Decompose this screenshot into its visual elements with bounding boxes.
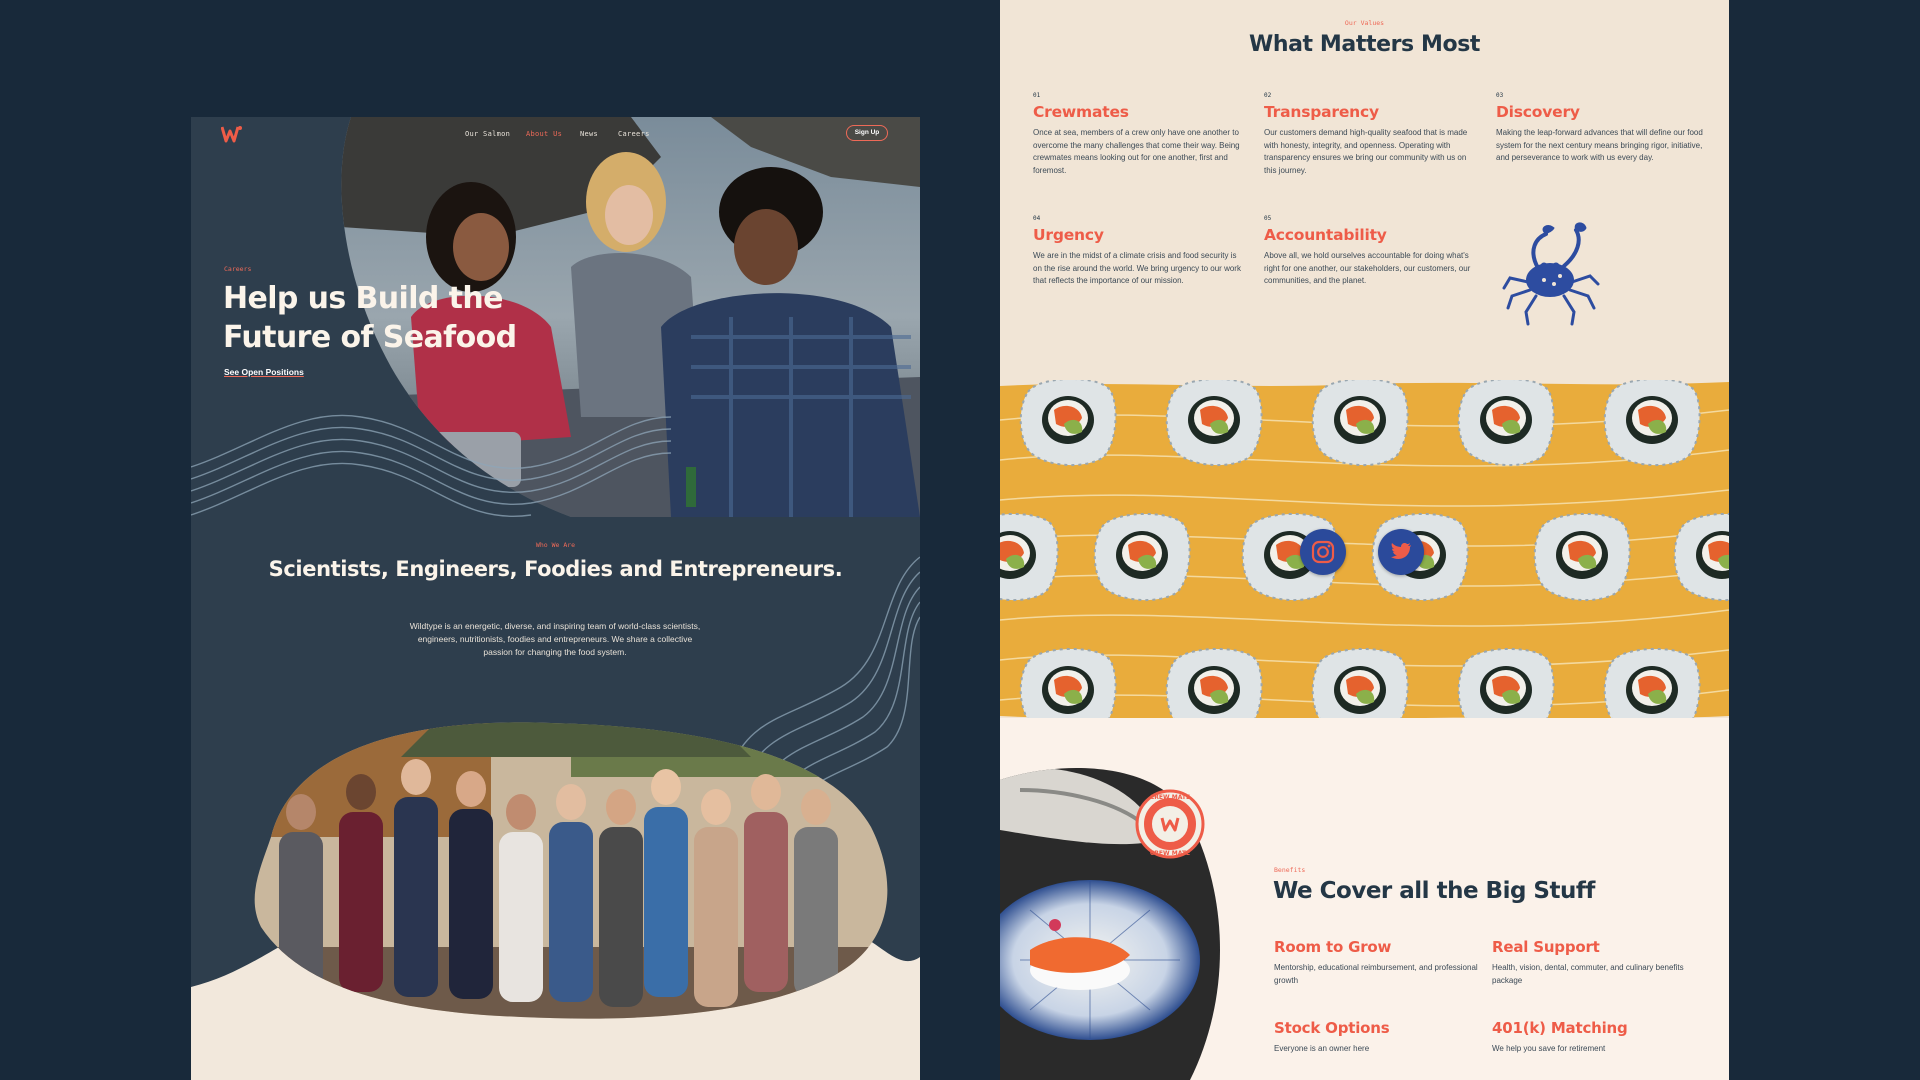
- badge-bottom-text: CREW MATE: [1150, 850, 1190, 857]
- benefit-room-to-grow: Room to Grow Mentorship, educational rei…: [1274, 938, 1484, 987]
- benefit-real-support: Real Support Health, vision, dental, com…: [1492, 938, 1702, 987]
- team-photo: [191, 722, 920, 1080]
- benefits-title: We Cover all the Big Stuff: [1273, 878, 1595, 904]
- benefit-title: Stock Options: [1274, 1019, 1390, 1037]
- badge-top-text: CREW MATE: [1150, 794, 1190, 801]
- hero-eyebrow: Careers: [224, 265, 252, 273]
- benefit-body: Health, vision, dental, commuter, and cu…: [1492, 963, 1684, 985]
- who-we-are-eyebrow: Who We Are: [535, 541, 576, 549]
- nav-about-us[interactable]: About Us: [526, 130, 562, 138]
- benefit-title: Room to Grow: [1274, 938, 1392, 956]
- nav-news[interactable]: News: [580, 130, 598, 138]
- sign-up-button[interactable]: Sign Up: [846, 125, 888, 141]
- see-open-positions-link[interactable]: See Open Positions: [224, 367, 304, 377]
- crewmate-badge-icon: CREW MATE CREW MATE: [1135, 789, 1205, 859]
- who-we-are-body: Wildtype is an energetic, diverse, and i…: [409, 621, 701, 657]
- benefit-stock-options: Stock Options Everyone is an owner here: [1274, 1019, 1484, 1056]
- top-navigation: Our Salmon About Us News Careers: [191, 124, 920, 148]
- benefit-body: We help you save for retirement: [1492, 1044, 1606, 1053]
- benefit-401k-matching: 401(k) Matching We help you save for ret…: [1492, 1019, 1702, 1056]
- benefit-body: Everyone is an owner here: [1274, 1044, 1370, 1053]
- values-benefits-page-preview: Our Values What Matters Most 01 Crewmate…: [1000, 0, 1729, 1080]
- sushi-plate-photo: [1000, 768, 1220, 1080]
- nav-our-salmon[interactable]: Our Salmon: [465, 130, 510, 138]
- hero-title: Help us Build the Future of Seafood: [223, 281, 517, 355]
- benefit-body: Mentorship, educational reimbursement, a…: [1274, 963, 1478, 985]
- about-page-preview: Our Salmon About Us News Careers Sign Up…: [191, 117, 920, 1080]
- benefits-eyebrow: Benefits: [1274, 866, 1306, 874]
- benefit-title: 401(k) Matching: [1492, 1019, 1628, 1037]
- who-we-are-title: Scientists, Engineers, Foodies and Entre…: [268, 557, 843, 581]
- benefit-title: Real Support: [1492, 938, 1600, 956]
- nav-careers[interactable]: Careers: [618, 130, 650, 138]
